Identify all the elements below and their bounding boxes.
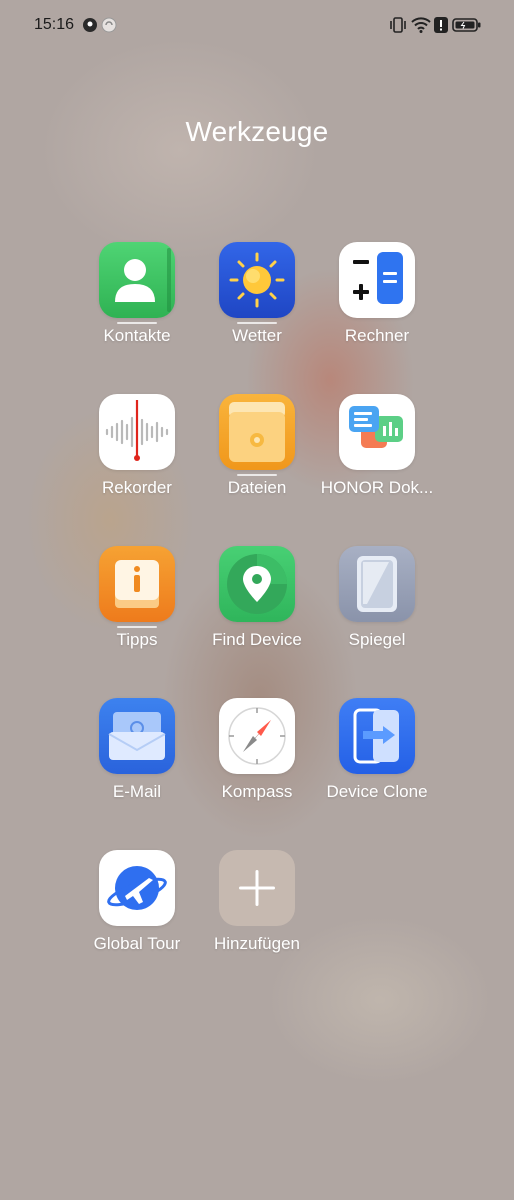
battery-icon	[452, 17, 482, 38]
add-app-button[interactable]: Hinzufügen	[187, 850, 327, 980]
app-label: Dateien	[227, 478, 287, 497]
open-indicator	[117, 322, 157, 324]
app-spiegel[interactable]: Spiegel	[307, 546, 447, 676]
app-wetter[interactable]: Wetter	[187, 242, 327, 372]
app-label: Global Tour	[93, 934, 181, 953]
app-label: Rechner	[344, 326, 410, 345]
app-label: Tipps	[116, 630, 158, 649]
app-label: Kompass	[221, 782, 293, 801]
app-label: Hinzufügen	[213, 934, 300, 953]
app-email[interactable]: E-Mail	[67, 698, 207, 828]
status-time: 15:16	[34, 16, 75, 33]
app-device-clone[interactable]: Device Clone	[307, 698, 447, 828]
sync-icon	[101, 17, 117, 38]
mirror-icon	[339, 546, 415, 622]
open-indicator	[237, 474, 277, 476]
alert-icon	[434, 17, 448, 38]
honor-docs-icon	[339, 394, 415, 470]
open-indicator	[117, 626, 157, 628]
global-tour-icon	[99, 850, 175, 926]
contacts-icon	[99, 242, 175, 318]
find-device-icon	[219, 546, 295, 622]
app-tipps[interactable]: Tipps	[67, 546, 207, 676]
app-label: E-Mail	[112, 782, 162, 801]
app-rekorder[interactable]: Rekorder	[67, 394, 207, 524]
calculator-icon	[339, 242, 415, 318]
recorder-icon	[99, 394, 175, 470]
app-label: Device Clone	[326, 782, 428, 801]
app-label: HONOR Dok...	[320, 478, 434, 497]
app-label: Rekorder	[102, 478, 172, 497]
files-icon	[219, 394, 295, 470]
app-dateien[interactable]: Dateien	[187, 394, 327, 524]
app-label: Kontakte	[103, 326, 171, 345]
app-label: Spiegel	[348, 630, 406, 649]
vibrate-icon	[389, 17, 407, 38]
app-honor-docs[interactable]: HONOR Dok...	[307, 394, 447, 524]
app-kompass[interactable]: Kompass	[187, 698, 327, 828]
location-icon	[82, 17, 98, 38]
tips-icon	[99, 546, 175, 622]
app-label: Find Device	[212, 630, 302, 649]
open-indicator	[237, 322, 277, 324]
folder-title: Werkzeuge	[185, 116, 329, 147]
wifi-icon	[411, 17, 431, 38]
device-clone-icon	[339, 698, 415, 774]
status-bar: 15:16	[0, 0, 514, 50]
weather-icon	[219, 242, 295, 318]
app-global-tour[interactable]: Global Tour	[67, 850, 207, 980]
app-rechner[interactable]: Rechner	[307, 242, 447, 372]
app-find-device[interactable]: Find Device	[187, 546, 327, 676]
compass-icon	[219, 698, 295, 774]
app-kontakte[interactable]: Kontakte	[67, 242, 207, 372]
add-icon	[219, 850, 295, 926]
email-icon	[99, 698, 175, 774]
app-label: Wetter	[232, 326, 282, 345]
